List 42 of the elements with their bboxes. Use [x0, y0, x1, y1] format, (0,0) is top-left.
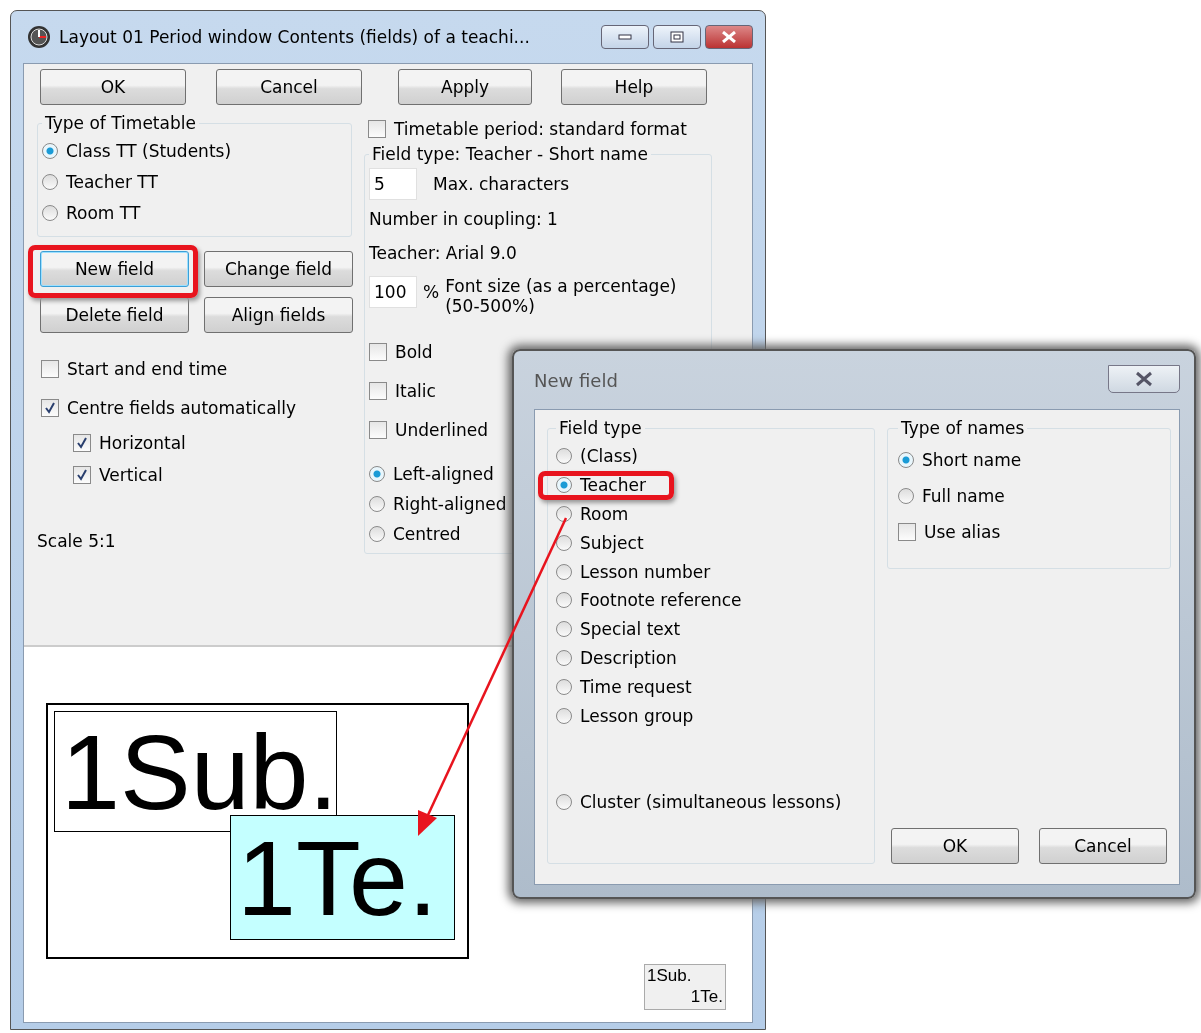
- radio-label: Footnote reference: [580, 590, 742, 611]
- radio-label: Right-aligned: [393, 494, 507, 514]
- checkbox-label: Bold: [395, 341, 433, 362]
- field-label: Max. characters: [433, 174, 570, 194]
- checkbox-label: Italic: [395, 380, 436, 401]
- unit-label: %: [423, 282, 440, 302]
- scale-text: Scale 5:1: [37, 531, 117, 551]
- checkbox-label: Use alias: [924, 522, 1001, 542]
- radio-label: Lesson group: [580, 705, 694, 726]
- radio-label: Teacher: [580, 475, 646, 496]
- radio-label: Description: [580, 647, 677, 668]
- dialog-title: New field: [534, 369, 618, 391]
- thumbnail-text: 1Te.: [690, 986, 723, 1007]
- radio-label: Short name: [922, 450, 1022, 470]
- coupling-text: Number in coupling: 1: [369, 208, 559, 231]
- checkbox-label: Start and end time: [67, 358, 228, 379]
- checkbox-label: Underlined: [395, 419, 488, 440]
- checkbox-label: Vertical: [99, 465, 163, 485]
- radio-label: Full name: [922, 486, 1005, 506]
- group-label: Type of Timetable: [44, 113, 197, 133]
- radio-label: Teacher TT: [66, 171, 158, 192]
- radio-label: Cluster (simultaneous lessons): [580, 792, 842, 813]
- radio-label: (Class): [580, 446, 638, 467]
- radio-label: Centred: [393, 524, 461, 544]
- radio-label: Room: [580, 504, 629, 524]
- checkbox-label: Centre fields automatically: [67, 397, 297, 418]
- window-title: Layout 01 Period window Contents (fields) of a teachi...: [59, 27, 530, 47]
- radio-label: Room TT: [66, 202, 141, 223]
- radio-label: Lesson number: [580, 561, 711, 582]
- radio-label: Special text: [580, 619, 681, 640]
- font-text: Teacher: Arial 9.0: [369, 242, 518, 265]
- thumbnail-text: 1Sub.: [647, 965, 692, 986]
- group-label: Type of names: [900, 418, 1026, 438]
- radio-label: Class TT (Students): [66, 140, 232, 161]
- group-label: Field type: [558, 418, 643, 438]
- checkbox-label: Timetable period: standard format: [394, 118, 687, 139]
- radio-label: Left-aligned: [393, 464, 494, 484]
- group-label: Field type: Teacher - Short name: [371, 144, 649, 164]
- field-label: Font size (as a percentage) (50-500%): [445, 276, 678, 317]
- radio-label: Subject: [580, 532, 644, 553]
- checkbox-label: Horizontal: [99, 433, 186, 453]
- radio-label: Time request: [580, 676, 692, 697]
